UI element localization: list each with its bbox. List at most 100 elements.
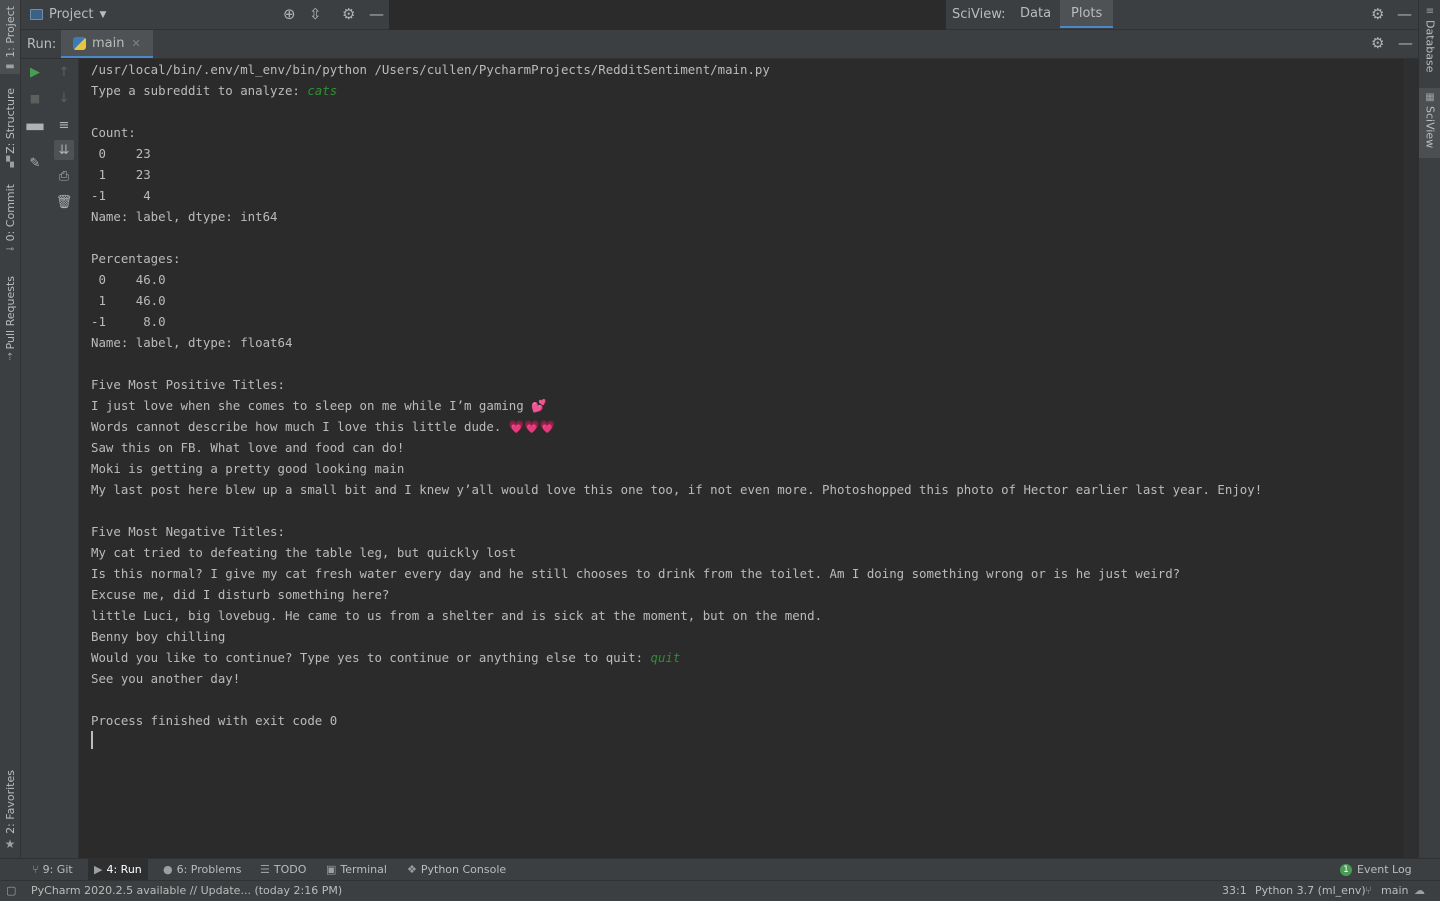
- layout-icon[interactable]: ▀▀: [25, 120, 45, 140]
- rerun-icon[interactable]: ▶: [25, 62, 45, 82]
- event-count-badge: 1: [1340, 864, 1352, 876]
- tool-tab-todo[interactable]: ☰ TODO: [254, 859, 312, 881]
- console-line: See you another day!: [91, 671, 241, 686]
- console-line: Process finished with exit code 0: [91, 713, 338, 728]
- console-line: Percentages:: [91, 251, 181, 266]
- sciview-tab-plots[interactable]: Plots: [1060, 0, 1114, 28]
- tool-tab-favorites[interactable]: 2: Favorites ★: [0, 770, 20, 851]
- heart-emoji: 💗💗💗: [508, 419, 556, 434]
- event-log-button[interactable]: 1 Event Log: [1340, 859, 1412, 881]
- play-icon: ▶: [94, 863, 103, 876]
- python-icon: [73, 36, 86, 50]
- soft-wrap-icon[interactable]: ≡: [54, 115, 74, 135]
- star-icon: ★: [4, 836, 16, 851]
- text-cursor: [91, 731, 93, 749]
- tool-tab-favorites-label: 2: Favorites: [3, 770, 17, 834]
- console-line: Would you like to continue? Type yes to …: [91, 647, 680, 668]
- status-message[interactable]: PyCharm 2020.2.5 available // Update... …: [31, 881, 342, 901]
- tool-tab-terminal-label: Terminal: [340, 863, 387, 876]
- git-branch[interactable]: main: [1381, 881, 1408, 901]
- console-prompt: Would you like to continue? Type yes to …: [91, 650, 651, 665]
- tool-tab-structure-label: Z: Structure: [3, 88, 17, 154]
- console-line: 0 23: [91, 146, 151, 161]
- gear-icon[interactable]: ⚙: [1371, 5, 1384, 23]
- sciview-tab-data[interactable]: Data: [1009, 0, 1062, 27]
- run-tab-label: main: [92, 35, 125, 51]
- console-line: little Luci, big lovebug. He came to us …: [91, 608, 823, 623]
- gear-icon[interactable]: ⚙: [342, 5, 355, 23]
- minimize-icon[interactable]: —: [1398, 34, 1413, 52]
- project-toolbar: Project ▼ ⊕ ⇳ ⚙ —: [21, 0, 389, 30]
- console-line: Excuse me, did I disturb something here?: [91, 587, 390, 602]
- tool-tab-project[interactable]: 1: Project ▬: [0, 0, 20, 74]
- tool-tab-commit[interactable]: 0: Commit ⊸: [0, 184, 20, 256]
- event-log-label: Event Log: [1357, 863, 1412, 876]
- scroll-to-end-icon[interactable]: ⇊: [54, 140, 74, 160]
- console-line: -1 8.0: [91, 314, 166, 329]
- run-tab-main[interactable]: main ✕: [61, 30, 153, 58]
- tool-tab-sciview[interactable]: ▦ SciView: [1419, 88, 1440, 158]
- console-line: Name: label, dtype: int64: [91, 209, 278, 224]
- close-icon[interactable]: ✕: [131, 37, 140, 50]
- console-line: My last post here blew up a small bit an…: [91, 482, 1263, 497]
- tool-tab-pull-requests-label: Pull Requests: [3, 276, 17, 350]
- console-user-input: quit: [650, 650, 681, 665]
- minimize-icon[interactable]: —: [369, 5, 384, 23]
- run-toolbar: ▶ ■ ▀▀ ✎ ↑ ↓ ≡ ⇊ ⎙ 🗑: [21, 59, 79, 858]
- tool-tab-git[interactable]: ⑂ 9: Git: [26, 859, 79, 881]
- sciview-toolbar: SciView: Data Plots ⚙ —: [946, 0, 1418, 30]
- sciview-icon: ▦: [1425, 92, 1435, 103]
- project-view-selector[interactable]: Project ▼: [30, 7, 106, 22]
- console-line: Is this normal? I give my cat fresh wate…: [91, 566, 1181, 581]
- problems-icon: ●: [163, 863, 173, 876]
- print-icon[interactable]: ⎙: [54, 166, 74, 186]
- gear-icon[interactable]: ⚙: [1371, 34, 1384, 52]
- pin-icon[interactable]: ✎: [25, 153, 45, 173]
- tool-tab-pull-requests[interactable]: Pull Requests ⇡: [0, 276, 20, 366]
- console-line: Type a subreddit to analyze: cats: [91, 80, 337, 101]
- console-line: I just love when she comes to sleep on m…: [91, 395, 547, 416]
- locate-icon[interactable]: ⊕: [283, 5, 296, 23]
- console-line: Count:: [91, 125, 136, 140]
- toggle-tool-windows-icon[interactable]: ▢: [6, 881, 16, 901]
- collapse-all-icon[interactable]: ⇳: [309, 5, 322, 23]
- notifications-icon[interactable]: ☁: [1414, 881, 1425, 901]
- console-line: My cat tried to defeating the table leg,…: [91, 545, 517, 560]
- arrow-up-icon[interactable]: ↑: [54, 62, 74, 82]
- arrow-down-icon[interactable]: ↓: [54, 88, 74, 108]
- tool-tab-problems-label: 6: Problems: [176, 863, 242, 876]
- console-scrollbar[interactable]: [1404, 59, 1419, 858]
- sciview-label: SciView:: [952, 7, 1006, 22]
- console-line: -1 4: [91, 188, 151, 203]
- bottom-tool-tabs: ⑂ 9: Git ▶ 4: Run ● 6: Problems ☰ TODO ▣ Term…: [0, 858, 1440, 881]
- database-icon: ≡: [1425, 6, 1435, 17]
- left-tool-strip: 1: Project ▬ Z: Structure ▚ 0: Commit ⊸ …: [0, 0, 21, 858]
- structure-icon: ▚: [6, 156, 14, 168]
- tool-tab-todo-label: TODO: [273, 863, 307, 876]
- tool-tab-structure[interactable]: Z: Structure ▚: [0, 88, 20, 170]
- commit-icon: ⊸: [5, 244, 15, 256]
- tool-tab-database-label: Database: [1423, 20, 1437, 73]
- minimize-icon[interactable]: —: [1397, 5, 1412, 23]
- stop-icon[interactable]: ■: [25, 88, 45, 108]
- tool-tab-database[interactable]: ≡ Database: [1419, 6, 1440, 82]
- console-line: Words cannot describe how much I love th…: [91, 416, 555, 437]
- console-line: /usr/local/bin/.env/ml_env/bin/python /U…: [91, 62, 770, 77]
- tool-tab-terminal[interactable]: ▣ Terminal: [320, 859, 393, 881]
- interpreter-selector[interactable]: Python 3.7 (ml_env): [1255, 881, 1366, 901]
- console-text: I just love when she comes to sleep on m…: [91, 398, 532, 413]
- caret-position[interactable]: 33:1: [1222, 881, 1247, 901]
- console-line: 1 23: [91, 167, 151, 182]
- trash-icon[interactable]: 🗑: [54, 192, 74, 212]
- console-line: Saw this on FB. What love and food can d…: [91, 440, 405, 455]
- run-console[interactable]: /usr/local/bin/.env/ml_env/bin/python /U…: [79, 59, 1404, 858]
- tool-tab-problems[interactable]: ● 6: Problems: [157, 859, 248, 881]
- tool-tab-git-label: 9: Git: [42, 863, 73, 876]
- tool-tab-python-console[interactable]: ❖ Python Console: [401, 859, 512, 881]
- console-line: Moki is getting a pretty good looking ma…: [91, 461, 405, 476]
- tool-tab-run[interactable]: ▶ 4: Run: [88, 859, 148, 881]
- pull-request-icon: ⇡: [5, 352, 15, 364]
- project-title: Project: [49, 7, 94, 22]
- console-user-input: cats: [307, 83, 338, 98]
- status-bar: ▢ PyCharm 2020.2.5 available // Update..…: [0, 880, 1440, 901]
